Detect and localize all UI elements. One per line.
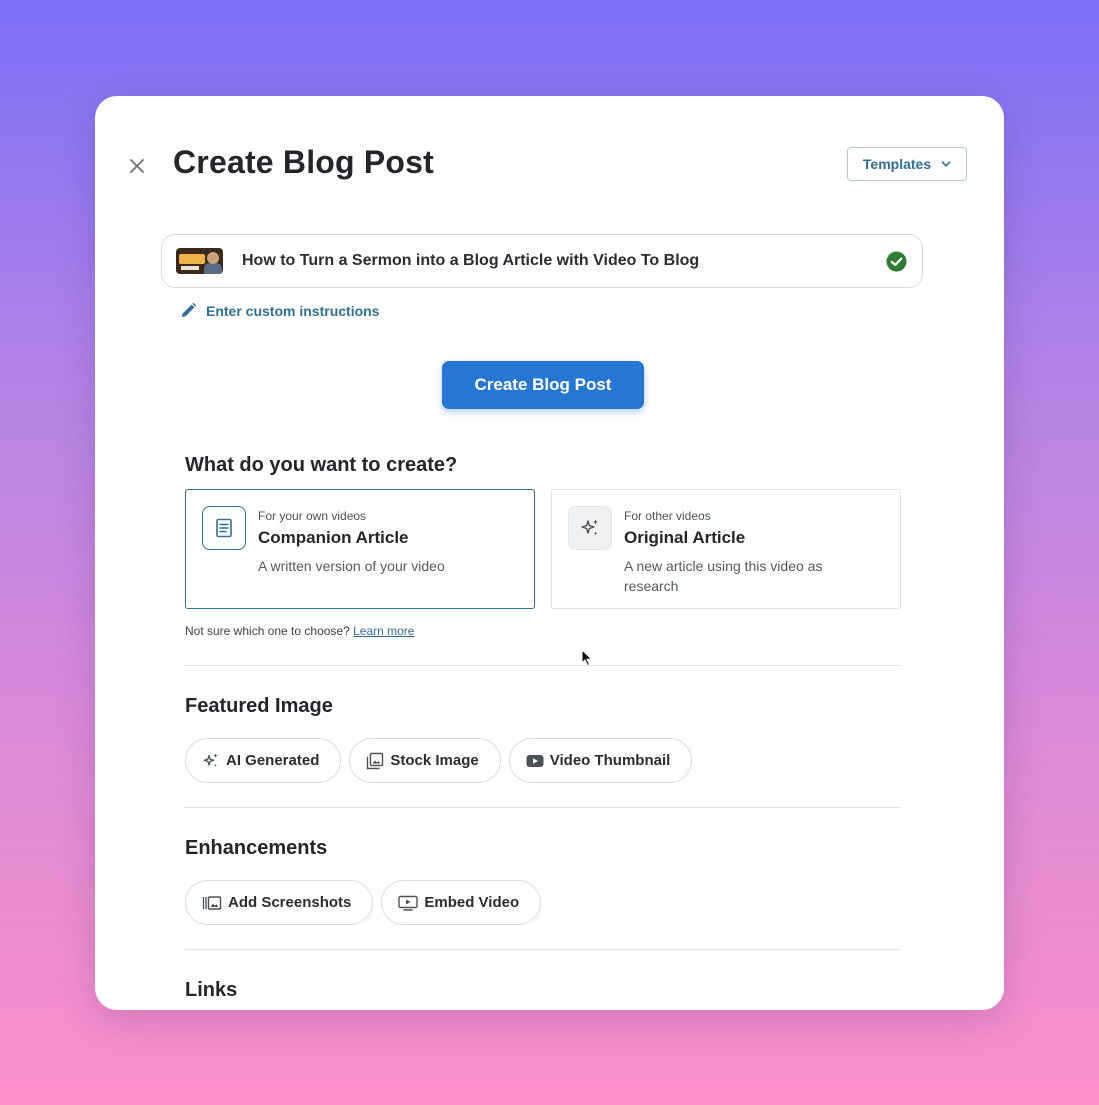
learn-more-link[interactable]: Learn more <box>353 624 414 638</box>
help-text: Not sure which one to choose? Learn more <box>185 624 414 638</box>
divider <box>185 665 901 666</box>
image-gallery-icon <box>367 752 384 769</box>
companion-article-option[interactable]: For your own videos Companion Article A … <box>185 489 535 609</box>
custom-instructions-label: Enter custom instructions <box>206 302 380 319</box>
youtube-icon <box>526 754 544 767</box>
pencil-icon <box>182 302 197 317</box>
check-circle-icon <box>886 251 907 272</box>
option-description: A written version of your video <box>258 558 445 574</box>
chip-label: Video Thumbnail <box>549 752 671 769</box>
divider <box>185 807 901 808</box>
enhancements-heading: Enhancements <box>185 837 328 859</box>
add-screenshots-chip[interactable]: Add Screenshots <box>185 880 374 925</box>
option-name: Original Article <box>624 528 746 547</box>
chevron-down-icon <box>941 161 951 167</box>
help-question: Not sure which one to choose? <box>185 624 350 638</box>
close-button[interactable] <box>125 154 149 178</box>
video-thumbnail <box>176 248 223 274</box>
enter-custom-instructions-link[interactable]: Enter custom instructions <box>180 302 379 319</box>
ai-generated-chip[interactable]: AI Generated <box>185 738 342 783</box>
enhancements-options: Add Screenshots Embed Video <box>185 880 542 925</box>
embed-video-icon <box>398 895 419 911</box>
selected-video[interactable]: How to Turn a Sermon into a Blog Article… <box>161 234 923 288</box>
chip-label: Stock Image <box>390 752 479 769</box>
featured-image-options: AI Generated Stock Image Video Thumbnail <box>185 738 693 783</box>
original-article-option[interactable]: For other videos Original Article A new … <box>551 489 901 609</box>
embed-video-chip[interactable]: Embed Video <box>381 880 542 925</box>
page-title: Create Blog Post <box>173 144 435 180</box>
create-blog-post-button[interactable]: Create Blog Post <box>442 361 644 409</box>
create-blog-post-modal: Create Blog Post Templates How to Turn a… <box>95 96 1004 1010</box>
option-description: A new article using this video as resear… <box>624 558 823 594</box>
templates-dropdown[interactable]: Templates <box>847 147 967 181</box>
close-icon <box>130 159 144 173</box>
create-section-heading: What do you want to create? <box>185 454 458 476</box>
video-title: How to Turn a Sermon into a Blog Article… <box>242 252 700 269</box>
divider <box>185 949 901 950</box>
chip-label: AI Generated <box>226 752 320 769</box>
featured-image-heading: Featured Image <box>185 695 333 717</box>
sparkles-icon <box>203 753 218 767</box>
templates-label: Templates <box>862 156 932 172</box>
option-subtitle: For your own videos <box>258 509 367 523</box>
video-thumbnail-chip[interactable]: Video Thumbnail <box>508 738 693 783</box>
document-icon <box>202 506 246 550</box>
links-heading: Links <box>185 979 238 1001</box>
chip-label: Add Screenshots <box>228 894 352 911</box>
option-subtitle: For other videos <box>624 509 711 523</box>
chip-label: Embed Video <box>424 894 520 911</box>
stock-image-chip[interactable]: Stock Image <box>349 738 501 783</box>
option-name: Companion Article <box>258 528 409 547</box>
sparkles-icon <box>568 506 612 550</box>
screenshots-icon <box>202 895 222 910</box>
